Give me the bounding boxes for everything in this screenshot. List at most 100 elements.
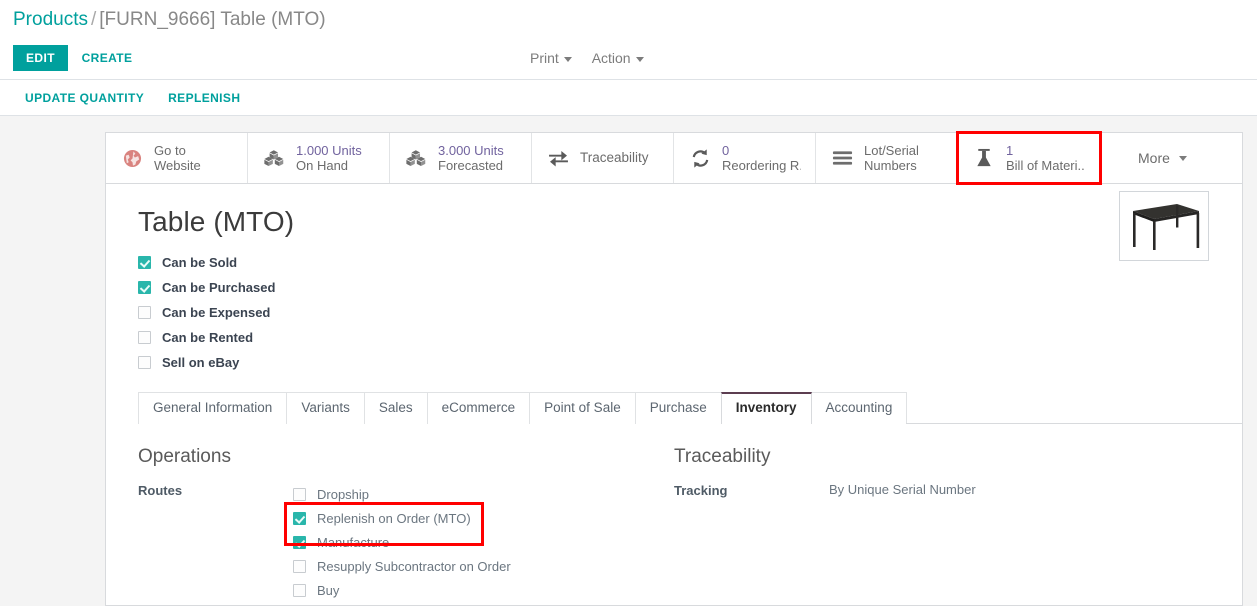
checkbox-sell-on-ebay[interactable] <box>138 356 151 369</box>
flask-icon <box>972 148 996 169</box>
action-dropdown[interactable]: Action <box>592 50 644 66</box>
stat-button-label: Traceability <box>580 150 649 166</box>
stat-button-traceability[interactable]: Traceability <box>532 133 674 183</box>
tracking-label: Tracking <box>674 483 728 498</box>
product-flag-can-be-sold[interactable]: Can be Sold <box>138 250 1242 275</box>
product-image[interactable] <box>1119 191 1209 261</box>
stat-line-1: Go to <box>154 142 186 158</box>
checkbox-manufacture[interactable] <box>293 535 306 549</box>
route-label: Replenish on Order (MTO) <box>317 510 471 526</box>
stat-line-2: Reordering R... <box>722 158 801 173</box>
control-panel: Products / [FURN_9666] Table (MTO) EDIT CR… <box>0 0 1257 80</box>
product-flag-can-be-expensed[interactable]: Can be Expensed <box>138 300 1242 325</box>
tab-general-information[interactable]: General Information <box>138 392 288 424</box>
stat-button-text: 3.000 Units Forecasted <box>438 143 504 174</box>
page-title: Table (MTO) <box>138 206 295 237</box>
chevron-down-icon <box>563 56 572 62</box>
tab-inventory[interactable]: Inventory <box>720 392 812 424</box>
update-quantity-button[interactable]: UPDATE QUANTITY <box>13 85 156 111</box>
stat-line-2: Bill of Materi... <box>1006 158 1085 173</box>
route-label: Dropship <box>317 486 370 502</box>
action-label: Action <box>591 50 631 66</box>
checkbox-dropship[interactable] <box>293 487 306 501</box>
stat-line-1: 1 <box>1006 142 1014 158</box>
checkbox-can-be-expensed[interactable] <box>138 306 151 319</box>
checkbox-resupply-subcontractor[interactable] <box>293 559 306 573</box>
traceability-title: Traceability <box>674 446 771 467</box>
tab-purchase[interactable]: Purchase <box>634 392 722 424</box>
route-resupply-subcontractor-on-order[interactable]: Resupply Subcontractor on Order <box>293 554 511 578</box>
stat-line-2: Numbers <box>864 158 917 173</box>
stat-button-bill-of-materials[interactable]: 1 Bill of Materi... <box>956 131 1102 185</box>
tab-sales[interactable]: Sales <box>363 392 428 424</box>
replenish-button[interactable]: REPLENISH <box>156 85 252 111</box>
tabs-filler <box>906 392 1210 424</box>
boxes-icon <box>404 149 428 168</box>
stat-line-1: 0 <box>722 142 730 158</box>
breadcrumb-separator: / <box>90 9 97 30</box>
stat-button-forecasted[interactable]: 3.000 Units Forecasted <box>390 133 532 183</box>
print-dropdown[interactable]: Print <box>530 50 572 66</box>
stat-button-lot-serial-numbers[interactable]: Lot/Serial Numbers <box>816 133 958 183</box>
secondary-action-bar: UPDATE QUANTITY REPLENISH <box>0 80 1257 116</box>
product-flag-can-be-rented[interactable]: Can be Rented <box>138 325 1242 350</box>
stat-button-text: 0 Reordering R... <box>722 143 801 174</box>
sheet-container: Go to Website 1.000 Units On Hand 3.000 … <box>0 116 1257 606</box>
record-buttons: EDIT CREATE <box>13 45 142 71</box>
product-flag-label: Can be Rented <box>162 330 254 345</box>
tab-ecommerce[interactable]: eCommerce <box>426 392 531 424</box>
stat-button-on-hand[interactable]: 1.000 Units On Hand <box>248 133 390 183</box>
checkbox-can-be-sold[interactable] <box>138 256 151 269</box>
product-flag-sell-on-ebay[interactable]: Sell on eBay <box>138 350 1242 375</box>
edit-button[interactable]: EDIT <box>13 45 68 71</box>
stat-button-text: Go to Website <box>154 143 201 174</box>
tab-point-of-sale[interactable]: Point of Sale <box>529 392 636 424</box>
route-dropship[interactable]: Dropship <box>293 482 511 506</box>
stat-line-2: On Hand <box>296 158 349 173</box>
checkbox-can-be-purchased[interactable] <box>138 281 151 294</box>
stat-line-1: Lot/Serial <box>864 142 919 158</box>
stat-button-more[interactable]: More <box>1100 133 1201 183</box>
create-button[interactable]: CREATE <box>72 45 143 71</box>
tracking-field: Tracking By Unique Serial Number <box>674 482 1210 498</box>
route-label: Buy <box>317 582 340 598</box>
route-manufacture[interactable]: Manufacture <box>293 530 511 554</box>
traceability-group: Traceability Tracking By Unique Serial N… <box>674 446 1210 605</box>
stat-button-row: Go to Website 1.000 Units On Hand 3.000 … <box>106 131 1242 185</box>
stat-button-go-to-website[interactable]: Go to Website <box>106 133 248 183</box>
tab-accounting[interactable]: Accounting <box>810 392 908 424</box>
print-label: Print <box>530 50 559 66</box>
exchange-icon <box>546 150 570 167</box>
refresh-icon <box>688 148 712 169</box>
tab-variants[interactable]: Variants <box>286 392 365 424</box>
stat-line-2: Forecasted <box>438 158 504 173</box>
operations-title: Operations <box>138 446 231 467</box>
stat-button-text: Lot/Serial Numbers <box>864 143 919 174</box>
control-panel-dropdowns: Print Action <box>530 50 660 66</box>
product-form-sheet: Go to Website 1.000 Units On Hand 3.000 … <box>105 131 1243 606</box>
stat-button-text: 1 Bill of Materi... <box>1006 143 1085 174</box>
breadcrumb-root-link[interactable]: Products <box>13 9 88 30</box>
chevron-down-icon <box>635 56 644 62</box>
chevron-down-icon <box>1178 155 1187 161</box>
stat-line-1: 1.000 Units <box>296 142 362 158</box>
product-flag-label: Can be Purchased <box>162 280 276 295</box>
breadcrumb: Products / [FURN_9666] Table (MTO) <box>13 9 326 31</box>
bars-icon <box>830 150 854 166</box>
tracking-value[interactable]: By Unique Serial Number <box>829 482 976 497</box>
breadcrumb-current: [FURN_9666] Table (MTO) <box>99 9 326 30</box>
route-label: Manufacture <box>317 534 390 550</box>
product-flag-label: Can be Sold <box>162 255 238 270</box>
route-replenish-on-order-mto[interactable]: Replenish on Order (MTO) <box>293 506 511 530</box>
stat-button-reordering-rules[interactable]: 0 Reordering R... <box>674 133 816 183</box>
product-flag-can-be-purchased[interactable]: Can be Purchased <box>138 275 1242 300</box>
checkbox-can-be-rented[interactable] <box>138 331 151 344</box>
inventory-tab-panel: Operations Routes Dropship Replenish on … <box>106 424 1242 605</box>
product-flags-list: Can be Sold Can be Purchased Can be Expe… <box>138 250 1242 375</box>
more-label: More <box>1138 150 1170 166</box>
checkbox-replenish-on-order[interactable] <box>293 511 306 525</box>
checkbox-buy[interactable] <box>293 583 306 597</box>
routes-checkbox-group: Dropship Replenish on Order (MTO) Manufa… <box>284 482 511 602</box>
route-buy[interactable]: Buy <box>293 578 511 602</box>
product-header-block: Table (MTO) Can be Sold Can be Purchased… <box>106 184 1242 375</box>
